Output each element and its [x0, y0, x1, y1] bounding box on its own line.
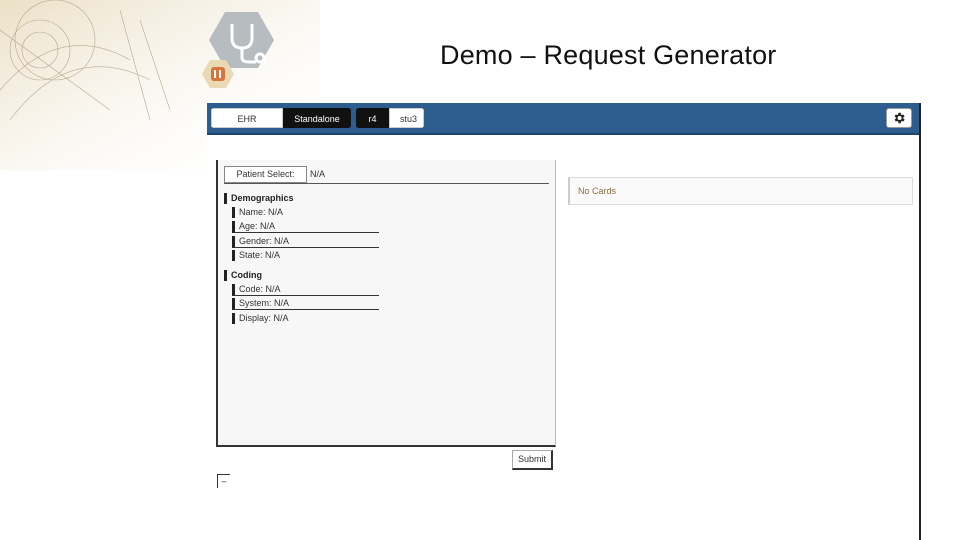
coding-heading: Coding: [224, 270, 262, 281]
coding-display: Display: N/A: [232, 313, 379, 324]
demographics-state: State: N/A: [232, 250, 379, 261]
stu3-button[interactable]: stu3: [389, 108, 424, 128]
gear-icon: [894, 112, 905, 124]
top-toolbar: EHR Launch Standalone r4 stu3: [207, 103, 919, 135]
standalone-button[interactable]: Standalone: [283, 108, 351, 128]
logo-hexagons: [202, 12, 274, 88]
patient-select-button[interactable]: Patient Select:: [224, 166, 307, 183]
coding-system: System: N/A: [232, 298, 379, 310]
settings-button[interactable]: [886, 108, 912, 128]
ehr-launch-button[interactable]: EHR Launch: [211, 108, 283, 128]
demographics-gender: Gender: N/A: [232, 236, 379, 248]
collapse-button[interactable]: –: [217, 474, 230, 488]
fhir-version-toggle: r4 stu3: [356, 108, 424, 128]
request-generator-app: EHR Launch Standalone r4 stu3 Patient Se…: [207, 103, 921, 540]
divider: [224, 183, 549, 184]
slide-title: Demo – Request Generator: [440, 40, 777, 70]
submit-button[interactable]: Submit: [512, 450, 553, 470]
demographics-name: Name: N/A: [232, 207, 379, 218]
cards-panel: No Cards: [568, 177, 913, 205]
r4-button[interactable]: r4: [356, 108, 389, 128]
launch-mode-toggle: EHR Launch Standalone: [211, 108, 351, 128]
demographics-age: Age: N/A: [232, 221, 379, 233]
request-panel: Patient Select: N/A Demographics Name: N…: [216, 160, 556, 447]
coding-code: Code: N/A: [232, 284, 379, 296]
patient-value: N/A: [310, 169, 326, 179]
demographics-heading: Demographics: [224, 193, 294, 204]
hospital-icon: [211, 67, 225, 81]
